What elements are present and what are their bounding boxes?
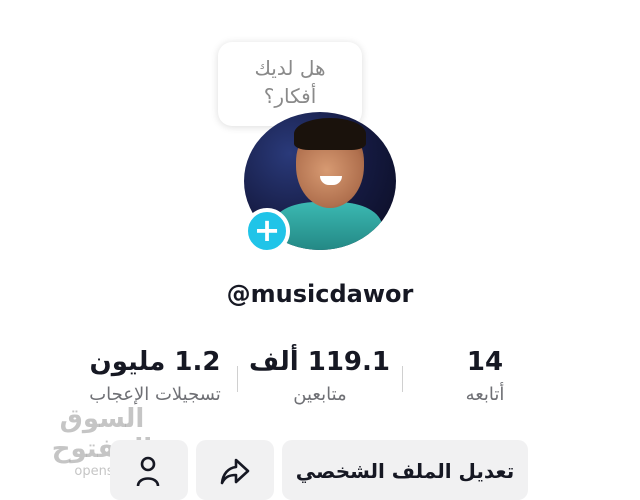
bubble-line-1: هل لديك: [254, 56, 326, 80]
followers-stat[interactable]: 119.1 ألف متابعين: [249, 342, 390, 405]
following-count: 14: [466, 347, 504, 377]
share-profile-button[interactable]: [196, 440, 274, 500]
followers-label: متابعين: [293, 384, 347, 405]
following-stat[interactable]: 14 أتابعه: [420, 342, 550, 405]
followers-count: 119.1 ألف: [249, 347, 390, 377]
avatar-hair: [294, 118, 366, 150]
bubble-line-2: أفكار؟: [263, 84, 317, 108]
ideas-bubble[interactable]: هل لديك أفكار؟: [218, 42, 362, 126]
plus-icon: +: [253, 211, 281, 249]
top-bar-text: ؛: [398, 0, 404, 2]
likes-stat[interactable]: 1.2 مليون تسجيلات الإعجاب: [70, 342, 240, 405]
likes-label: تسجيلات الإعجاب: [89, 384, 221, 405]
share-icon: [220, 458, 250, 485]
username: @musicdawor: [226, 280, 414, 308]
add-friend-button[interactable]: [110, 440, 188, 500]
stats-divider: [237, 366, 238, 392]
stats-divider: [402, 366, 403, 392]
person-icon: [136, 456, 160, 486]
top-bar: ؛: [0, 0, 640, 10]
following-label: أتابعه: [465, 384, 505, 405]
edit-profile-button[interactable]: تعديل الملف الشخصي: [282, 440, 528, 500]
likes-count: 1.2 مليون: [89, 347, 221, 377]
add-story-button[interactable]: +: [244, 208, 290, 254]
